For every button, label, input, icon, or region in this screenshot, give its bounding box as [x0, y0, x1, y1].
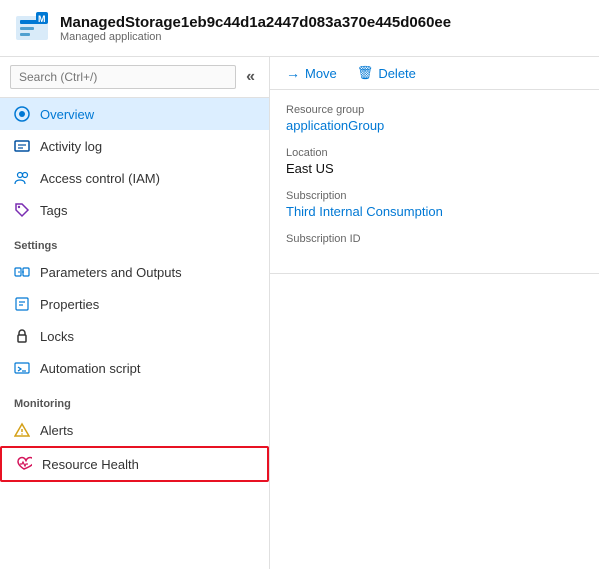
content-area: → Move 🗑 Delete Resource group applicati…	[270, 57, 599, 569]
sidebar-item-label-locks: Locks	[40, 329, 74, 344]
sidebar: « Overview Activity log Access control (…	[0, 57, 270, 569]
parameters-icon	[14, 264, 30, 280]
sidebar-item-label-overview: Overview	[40, 107, 94, 122]
section-label-settings: Settings	[0, 226, 269, 256]
sidebar-item-properties[interactable]: Properties	[0, 288, 269, 320]
sidebar-item-label-automation: Automation script	[40, 361, 140, 376]
toolbar: → Move 🗑 Delete	[270, 57, 599, 90]
resource-health-icon	[16, 456, 32, 472]
resource-group-value[interactable]: applicationGroup	[286, 118, 583, 133]
alerts-icon	[14, 422, 30, 438]
move-button[interactable]: → Move	[286, 65, 337, 81]
app-icon: M	[14, 10, 50, 46]
resource-group-row: Resource group applicationGroup	[286, 104, 583, 133]
page-header: M ManagedStorage1eb9c44d1a2447d083a370e4…	[0, 0, 599, 57]
sidebar-item-locks[interactable]: Locks	[0, 320, 269, 352]
sidebar-item-label-alerts: Alerts	[40, 423, 73, 438]
sidebar-item-label-properties: Properties	[40, 297, 99, 312]
location-label: Location	[286, 147, 583, 159]
sidebar-item-label-activity-log: Activity log	[40, 139, 102, 154]
section-label-monitoring: Monitoring	[0, 384, 269, 414]
resource-title: ManagedStorage1eb9c44d1a2447d083a370e445…	[60, 14, 451, 31]
subscription-label: Subscription	[286, 190, 583, 202]
sidebar-item-access-control[interactable]: Access control (IAM)	[0, 162, 269, 194]
subscription-value[interactable]: Third Internal Consumption	[286, 204, 583, 219]
sidebar-item-label-tags: Tags	[40, 203, 67, 218]
automation-icon	[14, 360, 30, 376]
delete-icon: 🗑	[357, 65, 374, 81]
access-control-icon	[14, 170, 30, 186]
sidebar-item-alerts[interactable]: Alerts	[0, 414, 269, 446]
details-panel: Resource group applicationGroup Location…	[270, 90, 599, 274]
locks-icon	[14, 328, 30, 344]
resource-group-label: Resource group	[286, 104, 583, 116]
search-input[interactable]	[10, 65, 236, 89]
header-text-block: ManagedStorage1eb9c44d1a2447d083a370e445…	[60, 14, 451, 43]
sidebar-item-parameters-outputs[interactable]: Parameters and Outputs	[0, 256, 269, 288]
properties-icon	[14, 296, 30, 312]
subscription-id-row: Subscription ID	[286, 233, 583, 245]
activity-log-icon	[14, 138, 30, 154]
sidebar-item-automation-script[interactable]: Automation script	[0, 352, 269, 384]
collapse-button[interactable]: «	[242, 69, 259, 85]
sidebar-item-label-access-control: Access control (IAM)	[40, 171, 160, 186]
search-bar: «	[0, 57, 269, 98]
sidebar-item-tags[interactable]: Tags	[0, 194, 269, 226]
delete-button[interactable]: 🗑 Delete	[357, 65, 416, 81]
sidebar-item-activity-log[interactable]: Activity log	[0, 130, 269, 162]
move-icon: →	[286, 65, 300, 81]
location-value: East US	[286, 161, 583, 176]
move-label: Move	[305, 66, 337, 81]
sidebar-item-label-resource-health: Resource Health	[42, 457, 139, 472]
tags-icon	[14, 202, 30, 218]
resource-subtitle: Managed application	[60, 31, 451, 43]
main-layout: « Overview Activity log Access control (…	[0, 57, 599, 569]
overview-icon	[14, 106, 30, 122]
sidebar-item-label-parameters: Parameters and Outputs	[40, 265, 182, 280]
sidebar-item-overview[interactable]: Overview	[0, 98, 269, 130]
svg-text:M: M	[38, 14, 46, 24]
subscription-row: Subscription Third Internal Consumption	[286, 190, 583, 219]
location-row: Location East US	[286, 147, 583, 176]
subscription-id-label: Subscription ID	[286, 233, 583, 245]
sidebar-item-resource-health[interactable]: Resource Health	[0, 446, 269, 482]
delete-label: Delete	[378, 66, 416, 81]
